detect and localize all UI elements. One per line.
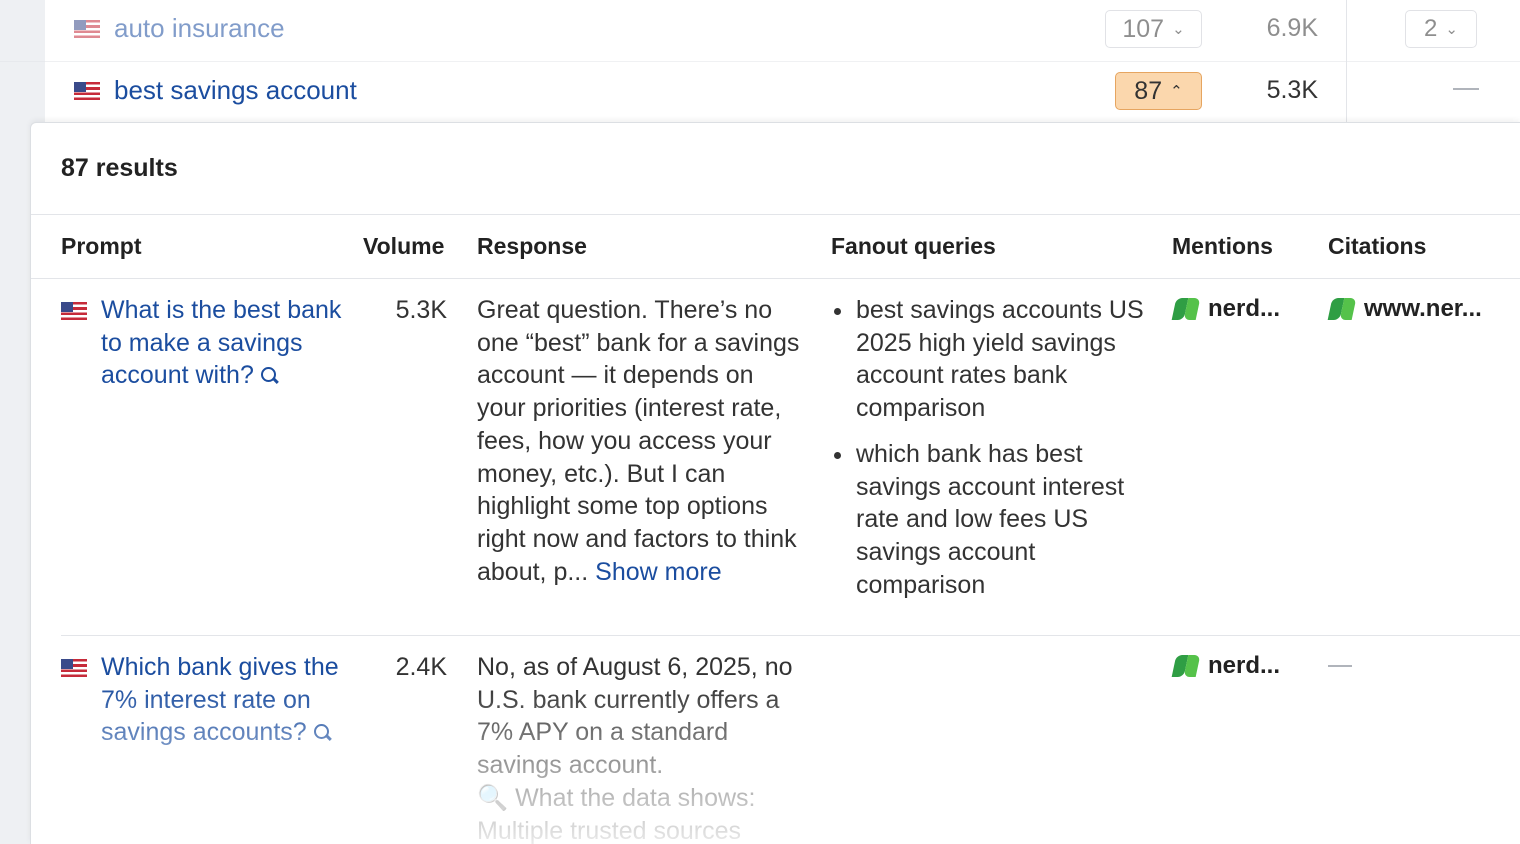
- results-count-button-active[interactable]: 87 ⌃: [1115, 72, 1202, 110]
- response-body: Great question. There’s no one “best” ba…: [477, 296, 800, 586]
- prompt-link[interactable]: What is the best bank to make a savings …: [101, 294, 346, 392]
- results-count-button[interactable]: 107 ⌄: [1105, 10, 1202, 48]
- chevron-down-icon: ⌄: [1445, 21, 1458, 38]
- nerdwallet-logo-icon: [1174, 297, 1200, 321]
- extra-count: 2: [1424, 15, 1438, 42]
- column-header-mentions[interactable]: Mentions: [1172, 233, 1273, 260]
- empty-citation-dash: [1328, 665, 1352, 667]
- response-text: No, as of August 6, 2025, no U.S. bank c…: [477, 651, 807, 844]
- citation-text: www.ner...: [1364, 295, 1482, 322]
- response-line: 🔍 What the data shows:: [477, 783, 756, 812]
- empty-value-dash: [1453, 88, 1479, 90]
- us-flag-icon: [74, 20, 100, 38]
- fanout-query: which bank has best savings account inte…: [831, 438, 1151, 602]
- column-header-volume[interactable]: Volume: [363, 233, 444, 260]
- chevron-up-icon: ⌃: [1170, 83, 1183, 100]
- mention-text: nerd...: [1208, 295, 1281, 322]
- results-title: 87 results: [61, 154, 178, 182]
- keyword-volume: 6.9K: [1266, 14, 1318, 42]
- response-body: No, as of August 6, 2025, no U.S. bank c…: [477, 653, 793, 780]
- keyword-link[interactable]: best savings account: [114, 75, 357, 106]
- prompt-volume: 2.4K: [395, 653, 447, 681]
- response-text: Great question. There’s no one “best” ba…: [477, 294, 807, 588]
- column-header-citations[interactable]: Citations: [1328, 233, 1426, 260]
- column-header-prompt[interactable]: Prompt: [61, 233, 142, 260]
- divider: [31, 214, 1520, 215]
- us-flag-icon: [74, 82, 100, 100]
- search-icon[interactable]: [313, 723, 332, 742]
- keyword-link[interactable]: auto insurance: [114, 13, 285, 44]
- mention-text: nerd...: [1208, 652, 1281, 679]
- results-popup: 87 results Prompt Volume Response Fanout…: [30, 122, 1520, 844]
- keyword-row: auto insurance 107 ⌄ 6.9K 2 ⌄: [0, 0, 1520, 62]
- keyword-row: best savings account 87 ⌃ 5.3K: [0, 62, 1520, 124]
- row-divider: [61, 635, 1520, 636]
- fanout-query: best savings accounts US 2025 high yield…: [831, 294, 1151, 425]
- prompt-text: Which bank gives the 7% interest rate on…: [101, 653, 339, 747]
- prompt-text: What is the best bank to make a savings …: [101, 296, 342, 390]
- extra-count-button[interactable]: 2 ⌄: [1405, 10, 1477, 48]
- us-flag-icon: [61, 659, 87, 677]
- column-header-fanout: Fanout queries: [831, 233, 996, 259]
- divider: [31, 278, 1520, 279]
- results-count: 87: [1134, 76, 1163, 105]
- mention-link[interactable]: nerd...: [1174, 295, 1280, 323]
- mention-link[interactable]: nerd...: [1174, 652, 1280, 680]
- fanout-queries-list: best savings accounts US 2025 high yield…: [831, 294, 1151, 614]
- response-line: Multiple trusted sources: [477, 816, 742, 844]
- chevron-down-icon: ⌄: [1172, 21, 1185, 38]
- show-more-link[interactable]: Show more: [595, 558, 721, 586]
- keyword-volume: 5.3K: [1266, 76, 1318, 104]
- column-header-response: Response: [477, 233, 587, 259]
- nerdwallet-logo-icon: [1174, 654, 1200, 678]
- us-flag-icon: [61, 302, 87, 320]
- citation-link[interactable]: www.ner...: [1330, 295, 1482, 323]
- prompt-volume: 5.3K: [395, 296, 447, 324]
- search-icon[interactable]: [260, 366, 279, 385]
- prompt-link[interactable]: Which bank gives the 7% interest rate on…: [101, 651, 346, 749]
- nerdwallet-logo-icon: [1330, 297, 1356, 321]
- results-count: 107: [1122, 14, 1165, 43]
